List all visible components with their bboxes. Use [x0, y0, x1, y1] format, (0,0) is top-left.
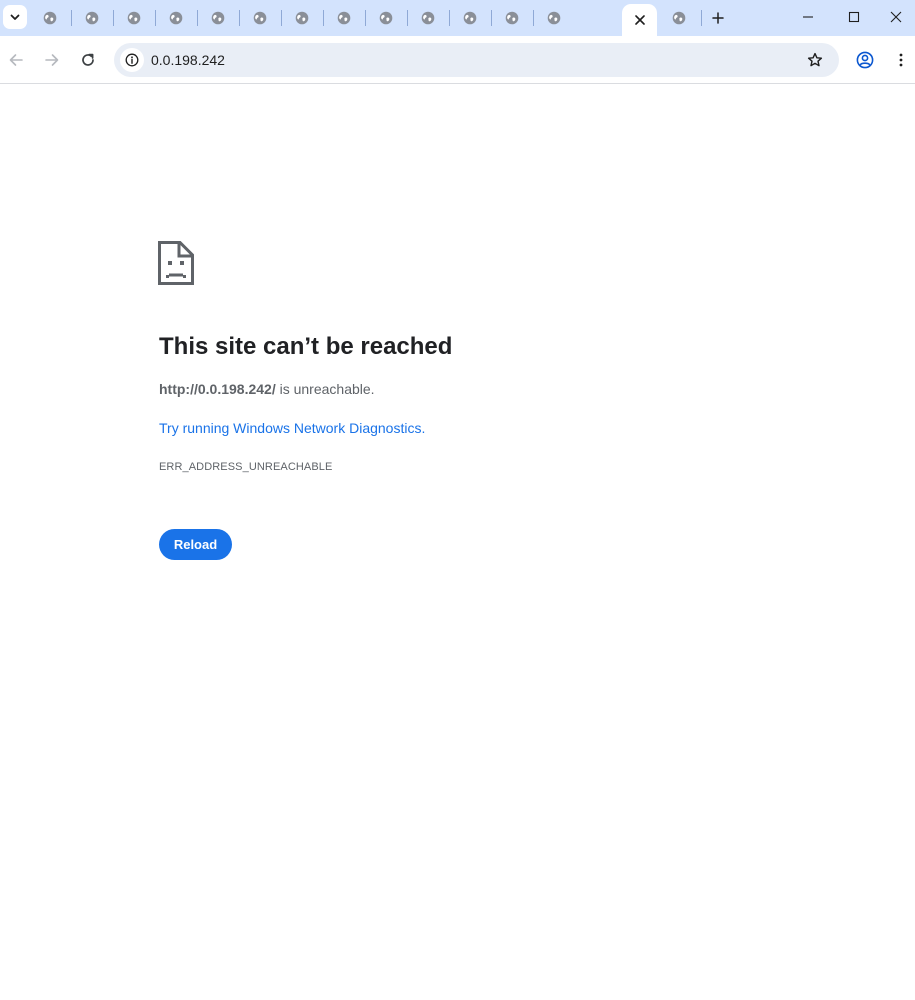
- minimize-icon: [803, 16, 813, 18]
- error-host-suffix: is unreachable.: [275, 381, 375, 397]
- tab-search-button[interactable]: [3, 5, 27, 29]
- tab[interactable]: [658, 6, 700, 30]
- error-suggestion: Try running Windows Network Diagnostics.: [159, 419, 425, 437]
- suggestion-period: .: [421, 420, 426, 436]
- maximize-button[interactable]: [831, 0, 877, 34]
- globe-icon: [211, 11, 225, 25]
- globe-icon: [505, 11, 519, 25]
- reload-toolbar-button[interactable]: [74, 46, 102, 74]
- omnibox[interactable]: 0.0.198.242: [114, 43, 839, 77]
- reload-icon: [82, 53, 94, 66]
- sad-page-icon: [158, 241, 194, 285]
- info-icon: [125, 53, 139, 67]
- tab[interactable]: [29, 6, 71, 30]
- error-title: This site can’t be reached: [159, 333, 453, 360]
- menu-button[interactable]: [887, 46, 915, 74]
- profile-icon: [856, 51, 874, 69]
- globe-icon: [295, 11, 309, 25]
- back-button[interactable]: [2, 46, 30, 74]
- tab-strip: [0, 0, 915, 36]
- new-tab-button[interactable]: [706, 6, 730, 30]
- tab[interactable]: [239, 6, 281, 30]
- globe-icon: [421, 11, 435, 25]
- tab[interactable]: [407, 6, 449, 30]
- globe-icon: [253, 11, 267, 25]
- globe-icon: [337, 11, 351, 25]
- site-info-button[interactable]: [120, 48, 144, 72]
- tab[interactable]: [491, 6, 533, 30]
- network-diagnostics-link[interactable]: Try running Windows Network Diagnostics: [159, 420, 421, 436]
- tab[interactable]: [365, 6, 407, 30]
- globe-icon: [547, 11, 561, 25]
- close-icon[interactable]: [634, 14, 646, 26]
- error-host: http://0.0.198.242/: [159, 381, 276, 397]
- globe-icon: [672, 11, 686, 25]
- globe-icon: [463, 11, 477, 25]
- maximize-icon: [848, 11, 860, 23]
- url-text[interactable]: 0.0.198.242: [151, 51, 225, 69]
- tab[interactable]: [113, 6, 155, 30]
- error-code: ERR_ADDRESS_UNREACHABLE: [159, 461, 333, 473]
- active-tab[interactable]: [622, 4, 657, 36]
- toolbar: 0.0.198.242: [0, 36, 915, 84]
- back-arrow-icon: [9, 54, 23, 66]
- tab[interactable]: [281, 6, 323, 30]
- globe-icon: [43, 11, 57, 25]
- bookmark-button[interactable]: [803, 48, 827, 72]
- globe-icon: [169, 11, 183, 25]
- globe-icon: [379, 11, 393, 25]
- tab-search-icon: [10, 14, 20, 20]
- globe-icon: [85, 11, 99, 25]
- profile-button[interactable]: [851, 46, 879, 74]
- more-vert-icon: [899, 53, 903, 67]
- minimize-button[interactable]: [785, 0, 831, 34]
- error-description: http://0.0.198.242/ is unreachable.: [159, 380, 375, 398]
- plus-icon: [712, 12, 724, 24]
- tab[interactable]: [71, 6, 113, 30]
- tab[interactable]: [197, 6, 239, 30]
- tab[interactable]: [449, 6, 491, 30]
- globe-icon: [127, 11, 141, 25]
- forward-arrow-icon: [45, 54, 59, 66]
- star-icon: [807, 52, 823, 67]
- forward-button[interactable]: [38, 46, 66, 74]
- window-close-button[interactable]: [877, 0, 915, 34]
- reload-button[interactable]: Reload: [159, 529, 232, 560]
- tab[interactable]: [155, 6, 197, 30]
- tab-separator: [701, 10, 702, 26]
- tab[interactable]: [533, 6, 575, 30]
- window-close-icon: [890, 11, 902, 23]
- tab[interactable]: [323, 6, 365, 30]
